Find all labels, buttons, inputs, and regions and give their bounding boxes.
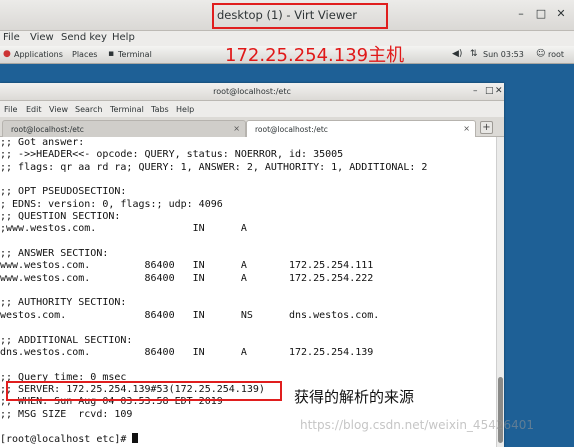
terminal-line: ;; ADDITIONAL SECTION: xyxy=(0,334,133,346)
terminal-line: ; EDNS: version: 0, flags:; udp: 4096 xyxy=(0,198,223,210)
terminal-line: ;; ->>HEADER<<- opcode: QUERY, status: N… xyxy=(0,149,344,161)
terminal-minimize-button[interactable]: – xyxy=(473,86,478,96)
terminal-line: ;; MSG SIZE rcvd: 109 xyxy=(0,408,133,420)
places-menu[interactable]: Places xyxy=(72,50,97,59)
terminal-line: ;; flags: qr aa rd ra; QUERY: 1, ANSWER:… xyxy=(0,161,428,173)
scrollbar-thumb[interactable] xyxy=(498,377,503,443)
terminal-cursor xyxy=(132,433,139,444)
tab-1-label: root@localhost:/etc xyxy=(11,125,84,134)
network-icon[interactable]: ⇅ xyxy=(470,49,478,59)
terminal-line: ;; OPT PSEUDOSECTION: xyxy=(0,186,127,198)
terminal-tab-bar: root@localhost:/etc × root@localhost:/et… xyxy=(0,117,504,137)
tab-2-close-icon[interactable]: × xyxy=(463,124,470,133)
term-menu-terminal[interactable]: Terminal xyxy=(110,105,144,114)
title-highlight-box xyxy=(212,3,388,29)
term-menu-help[interactable]: Help xyxy=(176,105,194,114)
terminal-line: ;www.westos.com. IN A xyxy=(0,223,247,235)
new-tab-button[interactable]: + xyxy=(480,121,493,134)
term-menu-view[interactable]: View xyxy=(49,105,68,114)
redhat-icon: ● xyxy=(3,49,11,59)
terminal-line: www.westos.com. 86400 IN A 172.25.254.11… xyxy=(0,260,374,272)
terminal-line: [root@localhost etc]# xyxy=(0,434,133,446)
terminal-icon: ▪ xyxy=(108,49,115,59)
maximize-button[interactable]: □ xyxy=(533,6,549,22)
user-icon: ☺ xyxy=(536,49,546,59)
terminal-line: ;; QUESTION SECTION: xyxy=(0,211,121,223)
term-menu-file[interactable]: File xyxy=(4,105,17,114)
terminal-line: www.westos.com. 86400 IN A 172.25.254.22… xyxy=(0,272,374,284)
host-annotation: 172.25.254.139主机 xyxy=(225,45,405,66)
watermark: https://blog.csdn.net/weixin_45426401 xyxy=(300,418,535,432)
terminal-line: ;; ANSWER SECTION: xyxy=(0,248,109,260)
terminal-line: westos.com. 86400 IN NS dns.westos.com. xyxy=(0,309,380,321)
terminal-close-button[interactable]: ✕ xyxy=(495,86,503,96)
source-annotation: 获得的解析的来源 xyxy=(294,388,415,406)
applications-menu[interactable]: Applications xyxy=(14,50,63,59)
user-menu[interactable]: root xyxy=(548,50,564,59)
menu-send-key[interactable]: Send key xyxy=(61,32,107,43)
terminal-line: ;; AUTHORITY SECTION: xyxy=(0,297,127,309)
menu-help[interactable]: Help xyxy=(112,32,135,43)
close-button[interactable]: ✕ xyxy=(553,6,569,22)
terminal-line: dns.westos.com. 86400 IN A 172.25.254.13… xyxy=(0,346,374,358)
tab-2[interactable]: root@localhost:/etc × xyxy=(246,120,476,137)
clock[interactable]: Sun 03:53 xyxy=(483,50,524,59)
terminal-maximize-button[interactable]: □ xyxy=(485,86,494,96)
minimize-button[interactable]: – xyxy=(513,6,529,22)
terminal-scrollbar[interactable] xyxy=(496,137,504,447)
menu-file[interactable]: File xyxy=(3,32,20,43)
term-menu-edit[interactable]: Edit xyxy=(26,105,42,114)
terminal-line: ;; Got answer: xyxy=(0,137,85,148)
terminal-titlebar[interactable]: root@localhost:/etc – □ ✕ xyxy=(0,83,504,101)
volume-icon[interactable]: ◀) xyxy=(452,49,462,59)
terminal-menubar: File Edit View Search Terminal Tabs Help xyxy=(0,101,504,117)
terminal-title: root@localhost:/etc xyxy=(213,87,291,96)
server-highlight-box xyxy=(6,381,282,401)
tab-1[interactable]: root@localhost:/etc × xyxy=(2,120,246,137)
window-titlebar[interactable]: desktop (1) - Virt Viewer – □ ✕ xyxy=(0,0,574,31)
term-menu-tabs[interactable]: Tabs xyxy=(151,105,169,114)
menu-view[interactable]: View xyxy=(30,32,54,43)
terminal-taskbar-item[interactable]: Terminal xyxy=(118,50,152,59)
tab-1-close-icon[interactable]: × xyxy=(233,124,240,133)
tab-2-label: root@localhost:/etc xyxy=(255,125,328,134)
term-menu-search[interactable]: Search xyxy=(75,105,102,114)
